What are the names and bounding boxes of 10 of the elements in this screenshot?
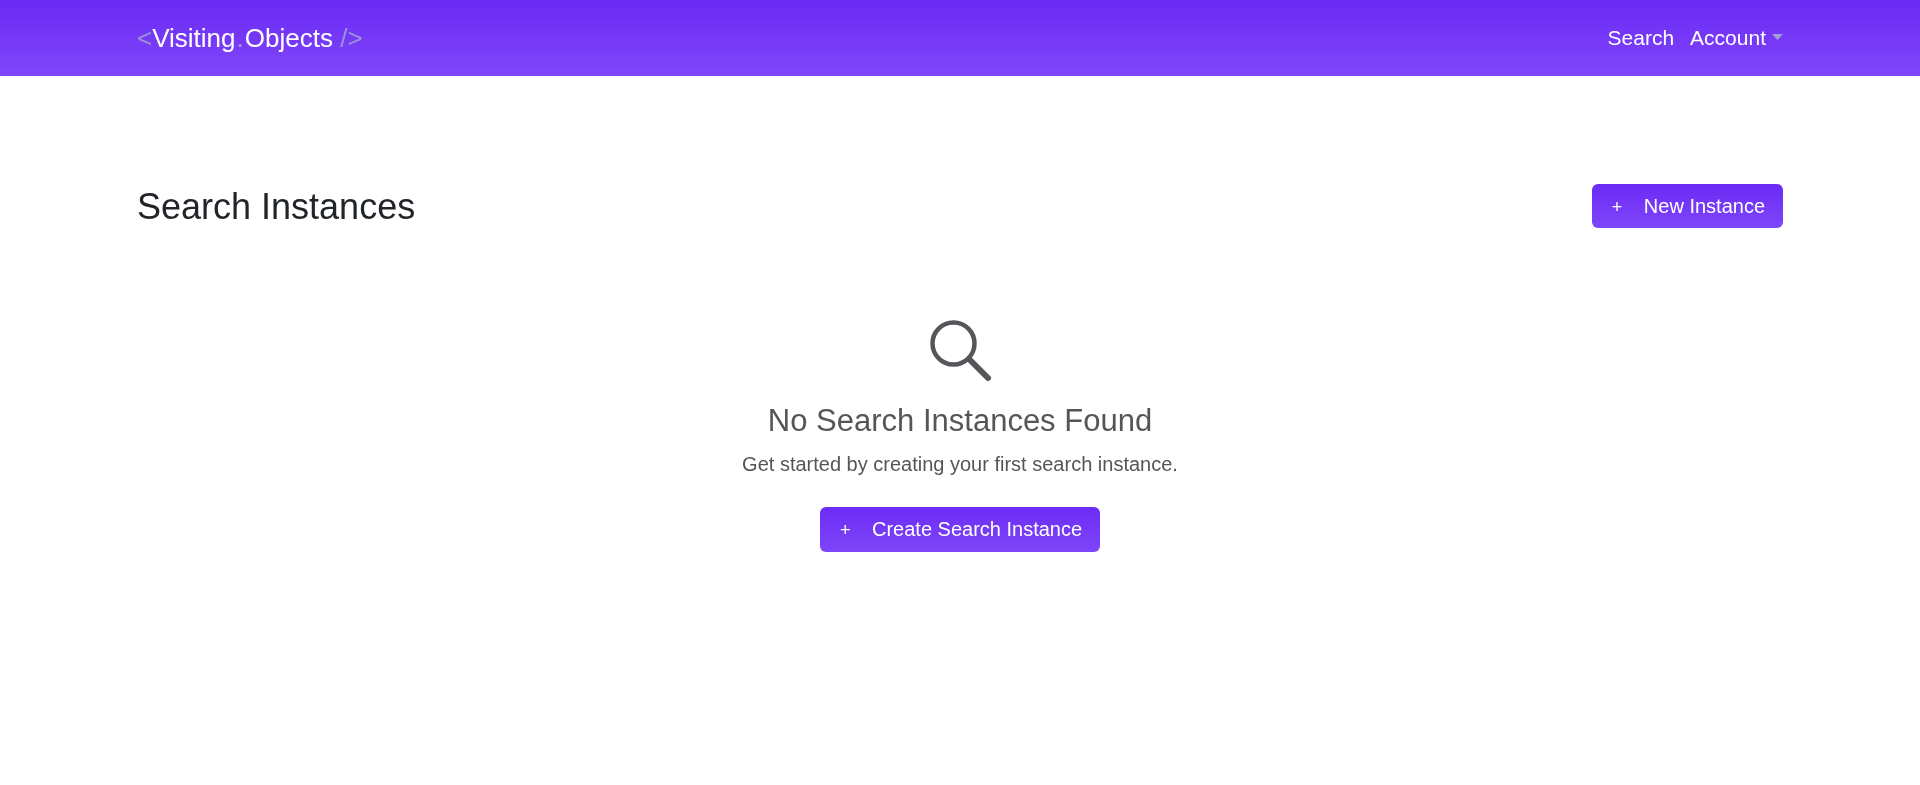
empty-state-message: Get started by creating your first search instance.	[742, 452, 1178, 478]
create-instance-button[interactable]: + Create Search Instance	[819, 507, 1101, 552]
page-title: Search Instances	[137, 184, 416, 228]
nav-dropdown[interactable]: Account	[1690, 25, 1783, 51]
search-icon	[928, 318, 992, 383]
new-instance-button[interactable]: + New Instance	[1591, 184, 1783, 229]
brand-link[interactable]: <Visiting.Objects />	[137, 25, 363, 51]
nav-link[interactable]: Search	[1607, 25, 1675, 51]
caret-icon	[1772, 33, 1783, 40]
empty-state-title: No Search Instances Found	[767, 402, 1153, 440]
